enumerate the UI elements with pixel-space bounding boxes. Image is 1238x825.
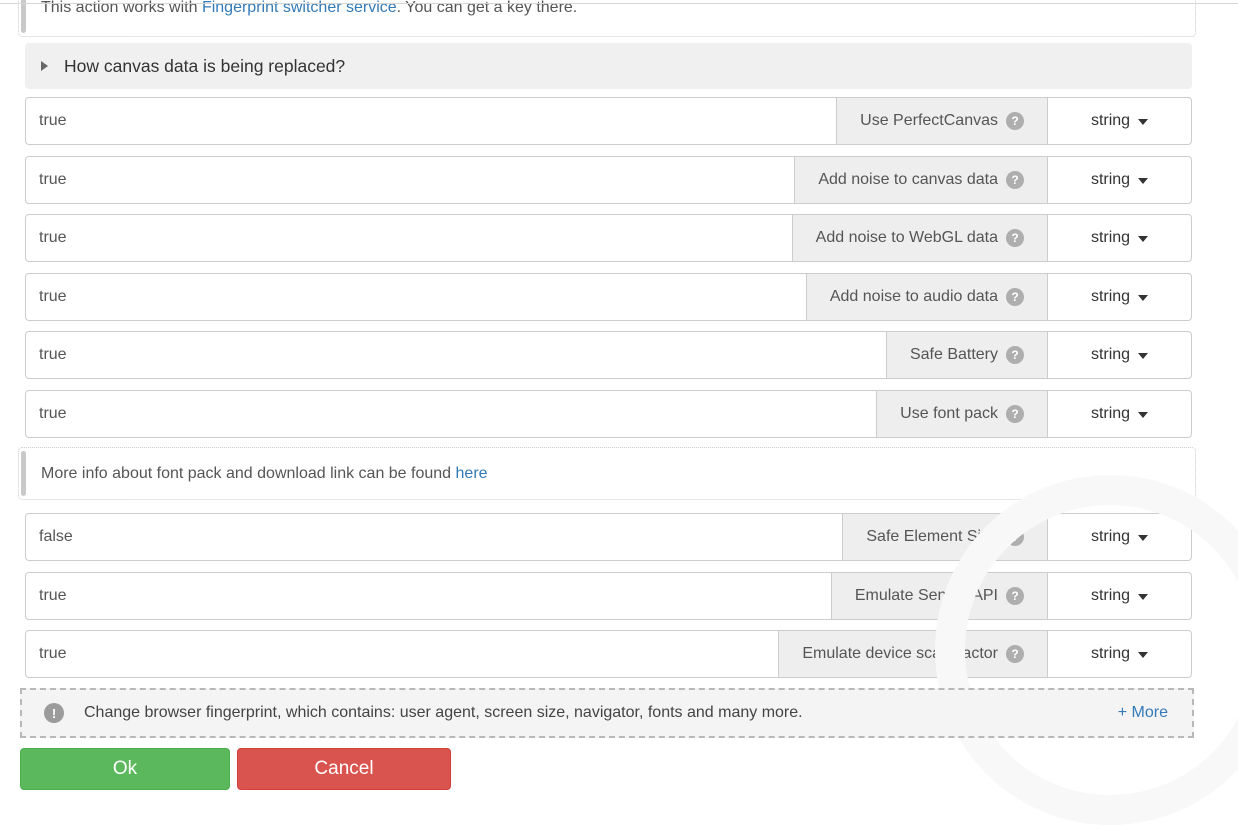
type-dropdown-button[interactable]: string: [1047, 97, 1192, 145]
field-value-text: true: [39, 229, 67, 247]
fingerprint-summary-text: Change browser fingerprint, which contai…: [84, 704, 803, 722]
type-dropdown-button[interactable]: string: [1047, 390, 1192, 438]
help-icon[interactable]: ?: [1006, 528, 1024, 546]
type-dropdown-button[interactable]: string: [1047, 630, 1192, 678]
field-label-addon: Safe Battery ?: [886, 331, 1048, 379]
type-dropdown-label: string: [1091, 645, 1130, 663]
caret-down-icon: [1138, 412, 1148, 418]
help-icon[interactable]: ?: [1006, 587, 1024, 605]
type-dropdown-button[interactable]: string: [1047, 214, 1192, 262]
help-icon[interactable]: ?: [1006, 229, 1024, 247]
type-dropdown-button[interactable]: string: [1047, 156, 1192, 204]
field-value-text: true: [39, 645, 67, 663]
container-top-border: [0, 3, 1238, 4]
field-label-text: Emulate Sensor API: [855, 587, 998, 605]
help-icon[interactable]: ?: [1006, 405, 1024, 423]
field-value-input[interactable]: true: [25, 214, 793, 262]
font-pack-note: More info about font pack and download l…: [18, 447, 1196, 500]
type-dropdown-label: string: [1091, 112, 1130, 130]
help-icon[interactable]: ?: [1006, 346, 1024, 364]
more-link[interactable]: + More: [1118, 704, 1168, 722]
cancel-button[interactable]: Cancel: [237, 748, 451, 790]
field-label-text: Use PerfectCanvas: [860, 112, 998, 130]
caret-down-icon: [1138, 236, 1148, 242]
field-value-text: true: [39, 346, 67, 364]
field-label-text: Add noise to WebGL data: [816, 229, 998, 247]
font-pack-note-text: More info about font pack and download l…: [41, 465, 488, 483]
field-label-text: Use font pack: [900, 405, 998, 423]
config-field-row: true Add noise to audio data ? string: [25, 273, 1192, 321]
field-value-input[interactable]: true: [25, 630, 779, 678]
caret-down-icon: [1138, 178, 1148, 184]
type-dropdown-label: string: [1091, 171, 1130, 189]
field-label-addon: Emulate Sensor API ?: [831, 572, 1048, 620]
type-dropdown-label: string: [1091, 587, 1130, 605]
section-header-label: How canvas data is being replaced?: [64, 56, 345, 77]
type-dropdown-button[interactable]: string: [1047, 513, 1192, 561]
config-field-row: true Use font pack ? string: [25, 390, 1192, 438]
font-pack-note-before: More info about font pack and download l…: [41, 465, 456, 482]
config-field-row: true Add noise to WebGL data ? string: [25, 214, 1192, 262]
caret-down-icon: [1138, 594, 1148, 600]
field-value-input[interactable]: true: [25, 273, 807, 321]
type-dropdown-label: string: [1091, 346, 1130, 364]
type-dropdown-label: string: [1091, 528, 1130, 546]
config-field-row: true Emulate device scale factor ? strin…: [25, 630, 1192, 678]
field-label-addon: Emulate device scale factor ?: [778, 630, 1048, 678]
field-value-text: true: [39, 171, 67, 189]
field-value-input[interactable]: true: [25, 572, 832, 620]
caret-down-icon: [1138, 295, 1148, 301]
caret-down-icon: [1138, 353, 1148, 359]
config-field-row: true Safe Battery ? string: [25, 331, 1192, 379]
field-value-text: true: [39, 112, 67, 130]
type-dropdown-button[interactable]: string: [1047, 572, 1192, 620]
info-exclamation-icon: !: [44, 703, 64, 723]
collapsed-arrow-icon: [41, 61, 48, 71]
caret-down-icon: [1138, 535, 1148, 541]
fingerprint-summary-box: ! Change browser fingerprint, which cont…: [20, 688, 1194, 738]
field-label-addon: Add noise to audio data ?: [806, 273, 1048, 321]
config-field-row: false Safe Element Size ? string: [25, 513, 1192, 561]
field-value-input[interactable]: true: [25, 97, 837, 145]
ok-button[interactable]: Ok: [20, 748, 230, 790]
type-dropdown-label: string: [1091, 229, 1130, 247]
field-value-input[interactable]: true: [25, 390, 877, 438]
note-left-bar: [21, 451, 26, 496]
caret-down-icon: [1138, 652, 1148, 658]
field-label-text: Safe Battery: [910, 346, 998, 364]
field-value-input[interactable]: false: [25, 513, 843, 561]
caret-down-icon: [1138, 119, 1148, 125]
field-label-text: Add noise to canvas data: [818, 171, 998, 189]
field-label-text: Safe Element Size: [866, 528, 998, 546]
field-value-input[interactable]: true: [25, 156, 795, 204]
config-field-row: true Emulate Sensor API ? string: [25, 572, 1192, 620]
field-label-addon: Safe Element Size ?: [842, 513, 1048, 561]
field-value-text: true: [39, 587, 67, 605]
config-field-row: true Use PerfectCanvas ? string: [25, 97, 1192, 145]
type-dropdown-label: string: [1091, 288, 1130, 306]
field-label-addon: Add noise to WebGL data ?: [792, 214, 1048, 262]
field-value-input[interactable]: true: [25, 331, 887, 379]
field-label-addon: Use font pack ?: [876, 390, 1048, 438]
field-label-addon: Use PerfectCanvas ?: [836, 97, 1048, 145]
field-label-text: Emulate device scale factor: [802, 645, 998, 663]
field-value-text: true: [39, 405, 67, 423]
type-dropdown-button[interactable]: string: [1047, 331, 1192, 379]
font-pack-here-link[interactable]: here: [456, 465, 488, 482]
field-value-text: true: [39, 288, 67, 306]
help-icon[interactable]: ?: [1006, 112, 1024, 130]
type-dropdown-label: string: [1091, 405, 1130, 423]
type-dropdown-button[interactable]: string: [1047, 273, 1192, 321]
help-icon[interactable]: ?: [1006, 171, 1024, 189]
field-label-addon: Add noise to canvas data ?: [794, 156, 1048, 204]
help-icon[interactable]: ?: [1006, 288, 1024, 306]
field-value-text: false: [39, 528, 73, 546]
field-label-text: Add noise to audio data: [830, 288, 998, 306]
config-field-row: true Add noise to canvas data ? string: [25, 156, 1192, 204]
note-left-bar: [21, 0, 26, 33]
canvas-data-section-header[interactable]: How canvas data is being replaced?: [25, 43, 1192, 89]
service-note: This action works with Fingerprint switc…: [18, 0, 1196, 37]
help-icon[interactable]: ?: [1006, 645, 1024, 663]
